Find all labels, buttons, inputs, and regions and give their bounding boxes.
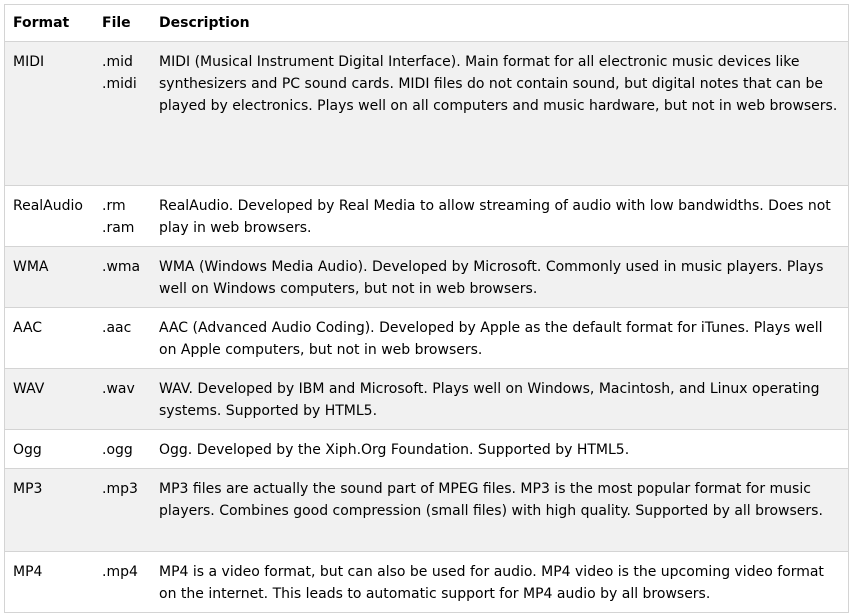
format-cell: WMA: [13, 259, 49, 275]
file-cell: .mp4: [102, 552, 159, 612]
file-cell: .rm .ram: [102, 186, 159, 246]
format-cell: RealAudio: [13, 198, 83, 214]
format-cell: MP4: [13, 564, 43, 580]
file-extension: .wma: [102, 259, 141, 275]
description-cell: AAC (Advanced Audio Coding). Developed b…: [159, 320, 823, 358]
file-extension: .aac: [102, 320, 132, 336]
table-row: WMA .wma WMA (Windows Media Audio). Deve…: [5, 247, 848, 308]
file-cell: .mid .midi: [102, 42, 159, 185]
file-cell: .wav: [102, 369, 159, 429]
file-extension: .ram: [102, 220, 135, 236]
file-extension: .mp3: [102, 481, 138, 497]
format-cell: AAC: [13, 320, 43, 336]
table-row: MP4 .mp4 MP4 is a video format, but can …: [5, 552, 848, 613]
file-cell: .aac: [102, 308, 159, 368]
header-file: File: [102, 15, 131, 31]
file-extension: .wav: [102, 381, 135, 397]
table-row: MP3 .mp3 MP3 files are actually the soun…: [5, 469, 848, 552]
format-cell: Ogg: [13, 442, 42, 458]
table-row: WAV .wav WAV. Developed by IBM and Micro…: [5, 369, 848, 430]
format-cell: MP3: [13, 481, 43, 497]
file-extension: .midi: [102, 76, 137, 92]
audio-formats-table: Format File Description MIDI .mid .midi …: [4, 4, 849, 613]
description-cell: WAV. Developed by IBM and Microsoft. Pla…: [159, 381, 820, 419]
description-cell: RealAudio. Developed by Real Media to al…: [159, 198, 831, 236]
file-extension: .mid: [102, 54, 133, 70]
table-row: AAC .aac AAC (Advanced Audio Coding). De…: [5, 308, 848, 369]
table-row: Ogg .ogg Ogg. Developed by the Xiph.Org …: [5, 430, 848, 469]
header-format: Format: [13, 15, 70, 31]
format-cell: WAV: [13, 381, 45, 397]
file-extension: .mp4: [102, 564, 138, 580]
file-cell: .wma: [102, 247, 159, 307]
description-cell: MP3 files are actually the sound part of…: [159, 481, 823, 519]
file-extension: .ogg: [102, 442, 133, 458]
file-extension: .rm: [102, 198, 126, 214]
file-cell: .ogg: [102, 430, 159, 468]
file-cell: .mp3: [102, 469, 159, 551]
table-row: MIDI .mid .midi MIDI (Musical Instrument…: [5, 42, 848, 186]
table-row: RealAudio .rm .ram RealAudio. Developed …: [5, 186, 848, 247]
header-description: Description: [159, 15, 250, 31]
description-cell: Ogg. Developed by the Xiph.Org Foundatio…: [159, 442, 630, 458]
description-cell: MP4 is a video format, but can also be u…: [159, 564, 824, 602]
description-cell: MIDI (Musical Instrument Digital Interfa…: [159, 54, 838, 114]
table-header-row: Format File Description: [5, 5, 848, 42]
description-cell: WMA (Windows Media Audio). Developed by …: [159, 259, 824, 297]
format-cell: MIDI: [13, 54, 45, 70]
